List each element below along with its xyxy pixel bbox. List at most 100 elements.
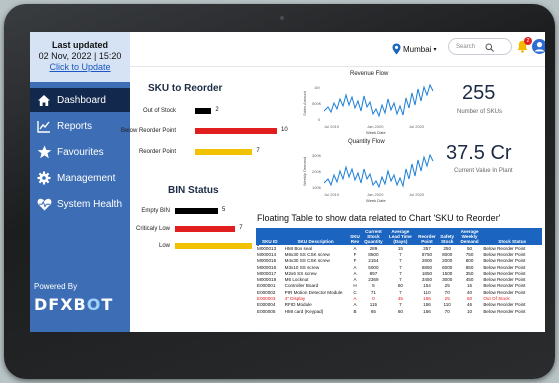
table-cell: Below Reorder Point [483, 308, 526, 314]
home-icon [36, 92, 52, 108]
x-tick: Jan 2020 [367, 124, 384, 129]
table-row[interactable]: M000013 HMI Box seal A 289 15 357 250 50 Below R… [256, 245, 542, 251]
category-label: Criticaly Low [135, 226, 170, 232]
y-tick: 100K [312, 185, 322, 190]
powered-by-label: Powered By [34, 282, 78, 291]
top-bar: Mumbai ▾ Search 2 [130, 32, 545, 67]
quantity-flow-chart: Quantity Flow Weekly Demand 300K 200K 10… [302, 139, 446, 205]
category-label: Out of Stock [142, 108, 176, 114]
location-pin-icon [392, 43, 401, 55]
quantity-flow-line [324, 153, 434, 189]
sku-count-value: 255 [462, 82, 496, 104]
table-row[interactable]: M000018 M6 Locknut A 2369 7 3450 3000 450 Below … [256, 276, 542, 282]
column-header[interactable]: SKU Description [283, 228, 348, 245]
y-tick: 0 [318, 117, 321, 122]
dashboard-screen: Last updated 02 Nov, 2022 | 15:20 Click … [30, 32, 545, 332]
user-icon [534, 42, 545, 52]
bar-value: 5 [222, 207, 226, 213]
camera-dot [280, 16, 284, 20]
last-updated-panel: Last updated 02 Nov, 2022 | 15:20 Click … [30, 32, 130, 82]
sidebar-item-management[interactable]: Management [30, 166, 130, 190]
category-label: Empty BIN [141, 208, 170, 214]
bar-reorder-point[interactable] [195, 149, 253, 155]
table-header-row: SKU ID SKU Description SKU Rev Current S… [256, 228, 542, 245]
category-label: Reorder Point [138, 149, 176, 155]
stock-value-label: Current Value In Plant [454, 168, 513, 174]
table-row[interactable]: E000003 4" Display A 0 45 166 25 50 Out Of Stock [256, 295, 542, 301]
heart-pulse-icon [36, 196, 52, 212]
column-header[interactable]: SKU ID [256, 228, 284, 245]
report-chart-icon [36, 118, 52, 134]
search-input[interactable]: Search [448, 38, 512, 55]
quantity-flow-ylabel: Weekly Demand [302, 156, 308, 187]
y-tick: 200K [312, 169, 322, 174]
revenue-flow-ylabel: Sales Amount [301, 91, 307, 116]
table-row[interactable]: M000016 M3x10 SS screw A 5000 7 6850 6000 850 Be… [256, 264, 542, 270]
bar-value: 7 [239, 225, 243, 231]
location-label: Mumbai [403, 44, 432, 54]
table-cell: PIR Motion Detector Module [284, 289, 343, 295]
column-header[interactable]: Reorder Point [416, 228, 438, 245]
revenue-flow-title: Revenue Flow [350, 71, 389, 77]
bar-out-of-stock[interactable] [195, 108, 212, 114]
column-header[interactable]: Average Lead Time (Days) [384, 228, 417, 245]
revenue-flow-line [324, 83, 434, 118]
table-row[interactable]: E000005 HMI card (Keypad) B 65 60 156 70 10 Belo… [256, 308, 542, 314]
sidebar-item-reports[interactable]: Reports [30, 114, 130, 138]
y-tick: 300K [312, 153, 322, 158]
bar-value: 7 [256, 148, 260, 154]
floating-table-title: Floating Table to show data related to C… [257, 213, 501, 223]
location-selector[interactable]: Mumbai ▾ [392, 43, 436, 55]
table-cell: E000005 [257, 308, 276, 314]
search-button[interactable] [482, 40, 496, 54]
notification-badge: 2 [524, 37, 532, 45]
table-row[interactable]: E000002 PIR Motion Detector Module C 71 7 110… [256, 289, 542, 295]
gear-icon [36, 170, 52, 186]
y-tick: 500K [312, 101, 322, 106]
x-tick: Jul 2019 [324, 192, 340, 197]
category-label: Below Reorder Point [120, 128, 176, 134]
x-tick: Jul 2020 [409, 124, 425, 129]
star-icon [36, 144, 52, 160]
table-row[interactable]: E000004 RFID Module A 115 7 156 110 46 Below Reo… [256, 302, 542, 308]
dfxbot-logo: DFXBOT [34, 295, 114, 314]
user-avatar[interactable] [532, 39, 545, 54]
category-label: Low [158, 243, 170, 249]
search-placeholder: Search [456, 43, 476, 50]
column-header[interactable]: Current Stock Quantity [362, 228, 385, 245]
y-tick: 1M [314, 85, 320, 90]
table-row[interactable]: M000014 M6x30 SS CSK screw F 8500 7 8750 8000 7… [256, 251, 542, 257]
table-row[interactable]: M000015 M4x30 SS CSK screw F 2154 7 2800 2000 8… [256, 258, 542, 264]
quantity-flow-xlabel: Week Date [366, 198, 386, 203]
sidebar-item-label: Management [57, 172, 116, 184]
sidebar-item-label: Dashboard [57, 94, 106, 106]
sku-reorder-table: SKU ID SKU Description SKU Rev Current S… [256, 228, 542, 314]
table-body: M000013 HMI Box seal A 289 15 357 250 50 Below R… [256, 245, 542, 314]
table-cell: 65 [370, 308, 376, 314]
x-tick: Jan 2020 [367, 192, 384, 197]
bar-value: 2 [215, 107, 219, 113]
column-header[interactable]: SKU Rev [347, 228, 363, 245]
table-cell: HMI card (Keypad) [284, 308, 324, 314]
sku-reorder-title: SKU to Reorder [148, 83, 223, 94]
bar-value: 10 [281, 127, 288, 133]
table-row[interactable]: E000001 Controller Board H 5 60 154 25 15 Below … [256, 283, 542, 289]
revenue-flow-chart: Revenue Flow Sales Amount 1M 500K 0 Jul … [302, 71, 446, 137]
bar-low[interactable] [175, 243, 253, 249]
table-cell: 10 [466, 308, 473, 314]
column-header[interactable]: Average Weekly Demand [456, 228, 483, 245]
bar-below-reorder[interactable] [195, 128, 277, 134]
column-header[interactable]: Safety Stock [437, 228, 457, 245]
bar-critically-low[interactable] [175, 226, 236, 232]
bin-status-title: BIN Status [168, 185, 219, 196]
bar-empty-bin[interactable] [175, 208, 218, 214]
column-header[interactable]: Stock Status [482, 228, 542, 245]
sidebar-item-label: Favourites [57, 146, 104, 158]
table-cell: 156 [423, 308, 431, 314]
table-row[interactable]: M000017 M2x6 SS screw A 897 7 1850 1500 350 Belo… [256, 270, 542, 276]
update-link[interactable]: Click to Update [30, 62, 130, 72]
x-tick: Jul 2019 [324, 124, 340, 129]
table-cell: 70 [444, 308, 450, 314]
sidebar: Last updated 02 Nov, 2022 | 15:20 Click … [30, 32, 130, 332]
x-tick: Jul 2020 [409, 192, 425, 197]
